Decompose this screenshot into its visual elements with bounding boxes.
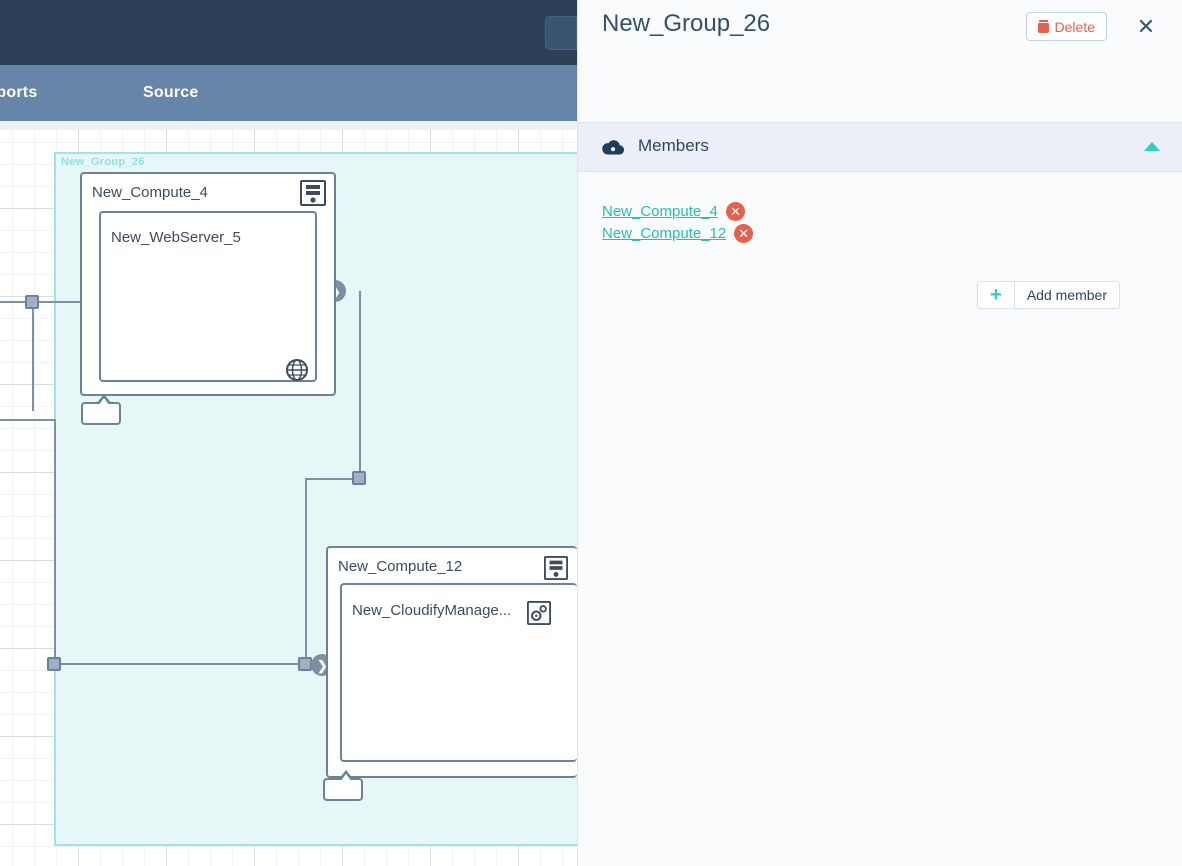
blueprint-canvas[interactable]: New_Group_26 ❯ ❯ ❯ New_Compute_4 [0, 130, 577, 866]
app-topbar [0, 0, 577, 65]
node-title: New_Compute_12 [338, 558, 463, 575]
edge-handle[interactable] [47, 657, 61, 671]
members-section-title: Members [638, 136, 709, 155]
node-title: New_WebServer_5 [111, 229, 241, 246]
node-title: New_Compute_4 [92, 184, 208, 201]
group-region-label: New_Group_26 [61, 156, 145, 168]
close-icon[interactable]: ✕ [1131, 12, 1161, 42]
trash-icon [1037, 20, 1049, 33]
edge-handle[interactable] [25, 295, 39, 309]
close-icon[interactable]: ✕ [725, 201, 745, 221]
members-list: New_Compute_4 ✕ New_Compute_12 ✕ [602, 200, 754, 244]
topbar-action-button[interactable] [545, 16, 577, 50]
plus-icon: + [978, 282, 1015, 308]
editor-tab-bar: mports Source [0, 65, 577, 121]
node-title: New_CloudifyManage... [352, 602, 512, 619]
close-icon[interactable]: ✕ [734, 223, 754, 243]
add-member-button[interactable]: + Add member [976, 281, 1120, 309]
screen-root: mports Source New_Group_26 ❯ ❯ ❯ [0, 0, 1182, 866]
member-link[interactable]: New_Compute_4 [602, 203, 718, 220]
panel-header: New_Group_26 Delete ✕ [578, 0, 1182, 110]
edge-handle[interactable] [352, 471, 366, 485]
globe-icon [285, 358, 309, 387]
edge-segment [54, 419, 56, 664]
tab-bar-underline [0, 121, 577, 130]
members-section-header[interactable]: Members [578, 122, 1182, 172]
list-item: New_Compute_4 ✕ [602, 200, 753, 222]
delete-button[interactable]: Delete [1025, 12, 1107, 41]
gears-icon [527, 601, 551, 630]
edge-handle[interactable] [298, 657, 312, 671]
server-icon [544, 556, 568, 585]
member-link[interactable]: New_Compute_12 [602, 225, 726, 242]
tab-imports[interactable]: mports [0, 65, 37, 121]
list-item: New_Compute_12 ✕ [602, 222, 754, 244]
delete-button-label: Delete [1054, 18, 1095, 35]
page-title: New_Group_26 [602, 10, 771, 37]
add-member-label: Add member [1026, 287, 1107, 303]
server-icon [300, 180, 326, 211]
tab-source[interactable]: Source [143, 65, 198, 121]
edge-segment [0, 419, 56, 421]
edge-segment [32, 301, 34, 411]
chevron-up-icon[interactable] [1144, 142, 1160, 151]
edge-segment [305, 478, 307, 664]
edge-segment [359, 291, 361, 479]
cloud-icon [602, 140, 625, 155]
node-callout[interactable] [323, 770, 363, 801]
blueprint-editor-background: mports Source New_Group_26 ❯ ❯ ❯ [0, 0, 577, 866]
group-details-panel: New_Group_26 Delete ✕ Members New_Comput… [577, 0, 1182, 866]
node-callout[interactable] [81, 394, 121, 425]
edge-segment [54, 663, 312, 665]
